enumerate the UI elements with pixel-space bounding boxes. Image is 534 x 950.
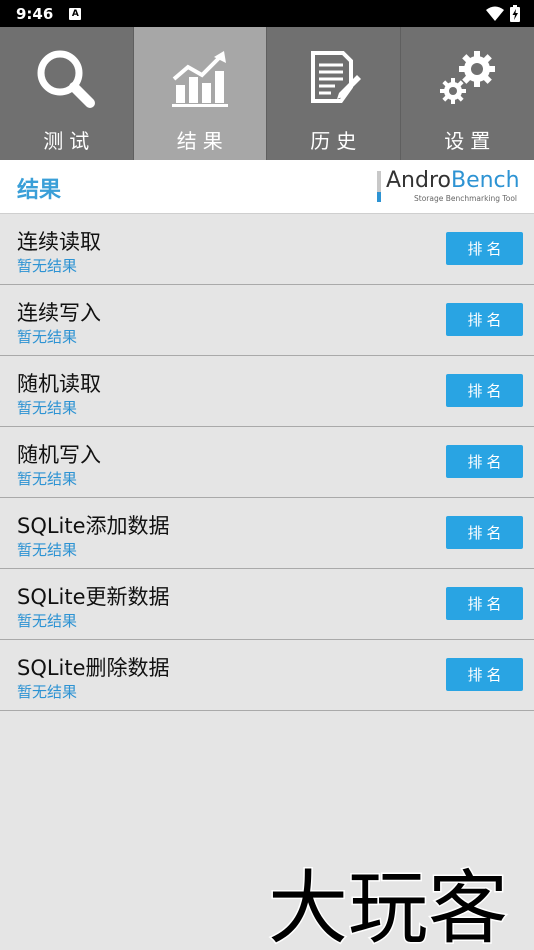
list-item: 随机读取 暂无结果 排名: [0, 356, 534, 427]
watermark-logo: 大玩客: [267, 861, 510, 950]
list-item: SQLite更新数据 暂无结果 排名: [0, 569, 534, 640]
search-icon: [37, 50, 96, 108]
list-item: 连续写入 暂无结果 排名: [0, 285, 534, 356]
gears-icon: [440, 51, 496, 104]
result-title: SQLite删除数据: [17, 656, 170, 680]
logo-tagline: Storage Benchmarking Tool: [414, 194, 517, 203]
list-item: 连续读取 暂无结果 排名: [0, 214, 534, 285]
result-status: 暂无结果: [17, 257, 78, 275]
list-item: SQLite删除数据 暂无结果 排名: [0, 640, 534, 711]
tab-history[interactable]: 历史: [267, 27, 401, 160]
tab-label: 测试: [43, 129, 96, 153]
result-title: 连续写入: [17, 301, 101, 325]
main-tab-bar: 测试 结果 历史 设置: [0, 27, 534, 160]
status-bar: 9:46 A: [0, 0, 534, 27]
result-status: 暂无结果: [17, 399, 78, 417]
rank-button[interactable]: 排名: [446, 516, 523, 549]
page-header: 结果 AndroBench Storage Benchmarking Tool: [0, 160, 534, 214]
rank-button[interactable]: 排名: [446, 303, 523, 336]
battery-icon: [510, 5, 520, 22]
result-title: SQLite更新数据: [17, 585, 170, 609]
rank-button[interactable]: 排名: [446, 587, 523, 620]
result-title: 随机读取: [17, 372, 101, 396]
chart-icon: [171, 51, 228, 107]
result-title: 随机写入: [17, 443, 101, 467]
tab-label: 设置: [444, 129, 497, 153]
tab-results[interactable]: 结果: [133, 27, 267, 160]
list-item: SQLite添加数据 暂无结果 排名: [0, 498, 534, 569]
rank-button[interactable]: 排名: [446, 445, 523, 478]
result-status: 暂无结果: [17, 541, 78, 559]
wifi-icon: [486, 6, 504, 21]
result-status: 暂无结果: [17, 612, 78, 630]
document-edit-icon: [311, 51, 362, 103]
watermark-text: 大玩客: [268, 862, 508, 950]
result-title: 连续读取: [17, 230, 101, 254]
result-status: 暂无结果: [17, 470, 78, 488]
logo-text: AndroBench: [386, 168, 520, 193]
logo-bar-accent: [377, 192, 381, 202]
result-title: SQLite添加数据: [17, 514, 170, 538]
page-title: 结果: [17, 178, 62, 203]
androbench-logo: AndroBench Storage Benchmarking Tool: [377, 168, 522, 207]
logo-text-part2: Bench: [450, 168, 520, 193]
status-icons: [486, 5, 520, 22]
result-list: 连续读取 暂无结果 排名 连续写入 暂无结果 排名 随机读取 暂无结果 排名 随…: [0, 214, 534, 711]
result-status: 暂无结果: [17, 683, 78, 701]
logo-text-part1: Andro: [386, 168, 451, 193]
rank-button[interactable]: 排名: [446, 658, 523, 691]
tab-settings[interactable]: 设置: [401, 27, 534, 160]
status-time: 9:46: [16, 4, 54, 23]
rank-button[interactable]: 排名: [446, 232, 523, 265]
notification-icon: A: [69, 7, 82, 20]
tab-test[interactable]: 测试: [0, 27, 134, 160]
tab-label: 历史: [310, 129, 363, 153]
rank-button[interactable]: 排名: [446, 374, 523, 407]
result-status: 暂无结果: [17, 328, 78, 346]
list-item: 随机写入 暂无结果 排名: [0, 427, 534, 498]
tab-label: 结果: [176, 129, 229, 153]
